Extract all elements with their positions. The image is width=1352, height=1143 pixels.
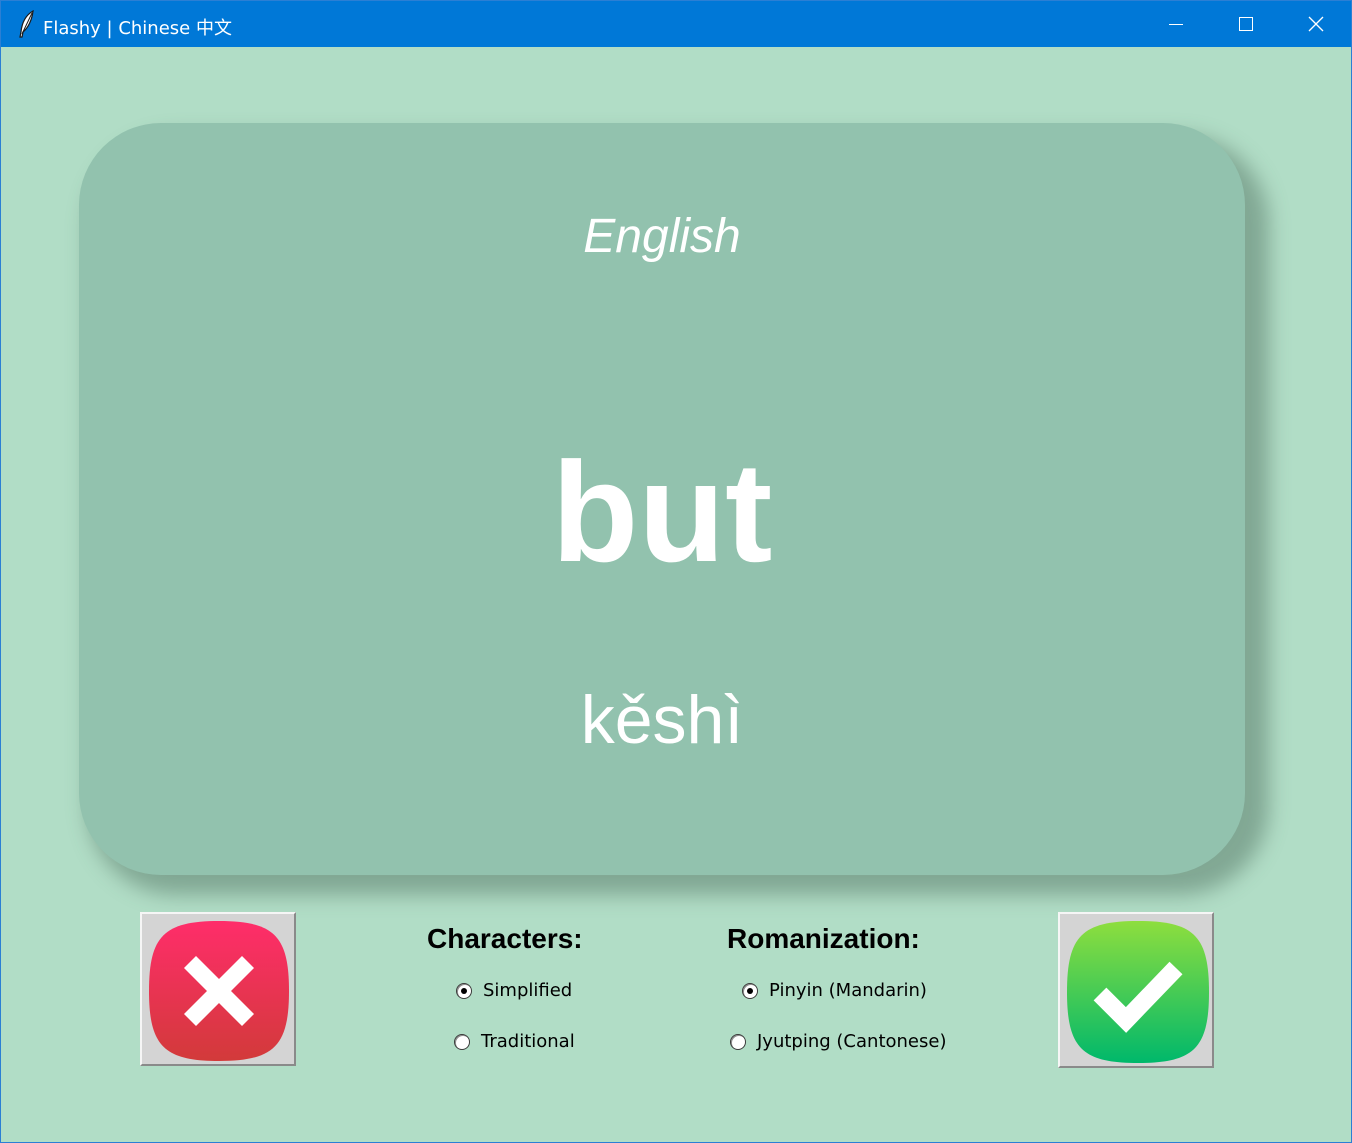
radio-pinyin[interactable]: Pinyin (Mandarin) xyxy=(742,980,927,1001)
right-button[interactable] xyxy=(1058,912,1214,1068)
radio-button-unchecked[interactable] xyxy=(730,1033,746,1050)
feather-icon xyxy=(16,9,38,38)
maximize-icon xyxy=(1238,16,1254,32)
radio-traditional[interactable]: Traditional xyxy=(454,1031,575,1052)
window-title: Flashy | Chinese 中文 xyxy=(43,18,232,39)
close-icon xyxy=(1308,16,1324,32)
card-language: English xyxy=(583,210,741,263)
card-romanization: kěshì xyxy=(580,682,744,758)
minimize-button[interactable] xyxy=(1141,1,1211,47)
minimize-icon xyxy=(1168,16,1184,32)
app-window: Flashy | Chinese 中文 English but kěshì Ch… xyxy=(0,0,1352,1143)
flashcard: English but kěshì xyxy=(79,123,1245,875)
radio-jyutping-label: Jyutping (Cantonese) xyxy=(757,1031,947,1052)
close-button[interactable] xyxy=(1281,1,1351,47)
radio-simplified-label: Simplified xyxy=(483,980,573,1001)
maximize-button[interactable] xyxy=(1211,1,1281,47)
characters-label: Characters: xyxy=(427,923,583,954)
radio-jyutping[interactable]: Jyutping (Cantonese) xyxy=(730,1031,946,1052)
radio-simplified[interactable]: Simplified xyxy=(456,980,572,1001)
wrong-button[interactable] xyxy=(140,912,296,1066)
radio-button-checked[interactable] xyxy=(742,982,758,999)
romanization-label: Romanization: xyxy=(727,923,920,954)
card-word: but xyxy=(551,433,773,592)
radio-pinyin-label: Pinyin (Mandarin) xyxy=(769,980,927,1001)
radio-button-unchecked[interactable] xyxy=(454,1033,470,1050)
radio-button-checked[interactable] xyxy=(456,982,472,999)
title-bar[interactable]: Flashy | Chinese 中文 xyxy=(1,1,1351,47)
radio-traditional-label: Traditional xyxy=(481,1031,575,1052)
